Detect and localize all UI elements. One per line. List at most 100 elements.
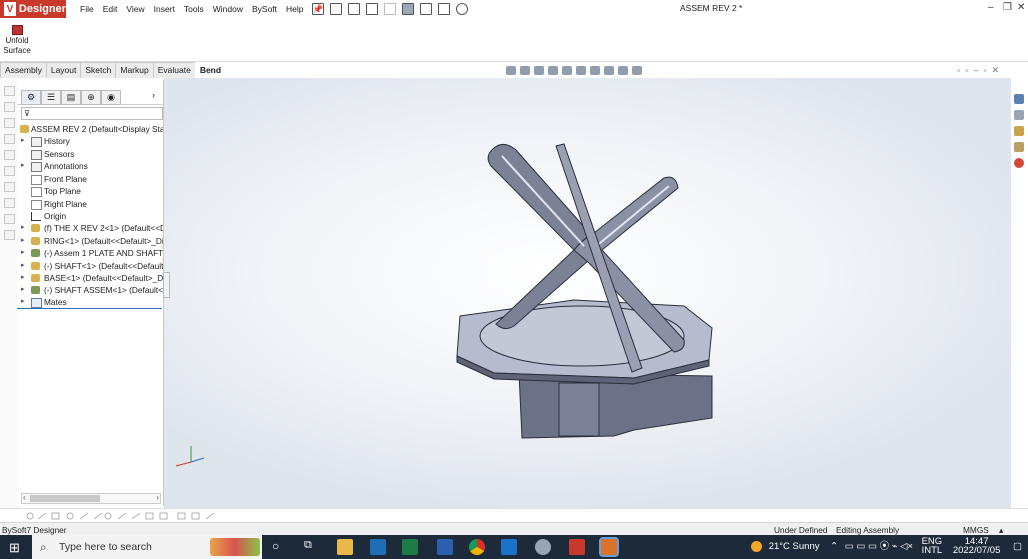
print-icon[interactable]	[366, 3, 378, 15]
configuration-tab-icon[interactable]: ▤	[61, 90, 81, 105]
scroll-right-icon[interactable]: ›	[156, 493, 159, 502]
design-library-icon[interactable]	[1014, 126, 1024, 136]
menu-edit[interactable]: Edit	[103, 4, 118, 14]
rebuild-icon[interactable]	[420, 3, 432, 15]
tray-chevron-icon[interactable]: ⌃	[830, 541, 838, 552]
minimize-icon[interactable]: –	[988, 2, 994, 13]
feature-tree-tab-icon[interactable]: ⚙	[21, 90, 41, 105]
bysoft-taskbar-icon[interactable]	[569, 539, 585, 555]
file-explorer-icon[interactable]	[1014, 142, 1024, 152]
strip-tool-icon[interactable]	[4, 150, 15, 160]
resources-icon[interactable]	[1014, 110, 1024, 120]
scroll-left-icon[interactable]: ‹	[23, 493, 26, 502]
tree-item-annotations[interactable]: ▸ Annotations	[17, 160, 163, 172]
sketch-tools-icons[interactable]	[0, 509, 230, 523]
hide-show-items-icon[interactable]	[590, 65, 600, 75]
menu-insert[interactable]: Insert	[154, 4, 175, 14]
strip-tool-icon[interactable]	[4, 230, 15, 240]
app-taskbar-icon[interactable]	[535, 539, 551, 555]
tab-layout[interactable]: Layout	[45, 62, 82, 78]
expand-arrow-icon[interactable]: ▸	[21, 296, 29, 308]
expand-arrow-icon[interactable]: ▸	[21, 235, 29, 247]
expand-arrow-icon[interactable]: ▸	[21, 222, 29, 234]
tree-item-right-plane[interactable]: Right Plane	[17, 198, 163, 210]
cortana-icon[interactable]: ○	[272, 539, 279, 553]
excel-taskbar-icon[interactable]	[402, 539, 418, 555]
tree-item-mates[interactable]: ▸ Mates	[17, 296, 163, 308]
strip-tool-icon[interactable]	[4, 214, 15, 224]
tree-item-sensors[interactable]: Sensors	[17, 148, 163, 160]
menu-bysoft[interactable]: BySoft	[252, 4, 277, 14]
section-view-icon[interactable]	[548, 65, 558, 75]
designer-taskbar-icon[interactable]	[599, 537, 619, 557]
tab-sketch[interactable]: Sketch	[80, 62, 117, 78]
strip-tool-icon[interactable]	[4, 182, 15, 192]
tab-markup[interactable]: Markup	[115, 62, 154, 78]
windows-start-icon[interactable]: ⊞	[9, 540, 20, 556]
expand-arrow-icon[interactable]: ▸	[21, 160, 29, 172]
viewport-window-controls[interactable]: ▫▫–▫✕	[957, 65, 1004, 76]
weather-text[interactable]: 21°C Sunny	[769, 541, 820, 552]
expand-arrow-icon[interactable]: ▸	[21, 284, 29, 296]
tree-item-ring[interactable]: ▸ RING<1> (Default<<Default>_Di	[17, 235, 163, 247]
file-explorer-taskbar-icon[interactable]	[337, 539, 353, 555]
notifications-icon[interactable]: ▢	[1013, 541, 1022, 552]
new-document-icon[interactable]	[312, 3, 324, 15]
unfold-surface-button[interactable]: Unfold Surface	[3, 25, 31, 56]
previous-view-icon[interactable]	[534, 65, 544, 75]
view-orientation-icon[interactable]	[562, 65, 572, 75]
save-icon[interactable]	[348, 3, 360, 15]
tree-item-top-plane[interactable]: Top Plane	[17, 185, 163, 197]
view-settings-icon[interactable]	[632, 65, 642, 75]
tree-item-shaft[interactable]: ▸ (-) SHAFT<1> (Default<<Default	[17, 260, 163, 272]
panel-collapse-handle[interactable]	[163, 272, 170, 298]
menu-tools[interactable]: Tools	[184, 4, 204, 14]
menu-view[interactable]: View	[126, 4, 144, 14]
expand-arrow-icon[interactable]: ▸	[21, 272, 29, 284]
tree-root-assembly[interactable]: ASSEM REV 2 (Default<Display State	[17, 123, 163, 135]
tree-item-the-x[interactable]: ▸ (f) THE X REV 2<1> (Default<<De	[17, 222, 163, 234]
select-icon[interactable]	[402, 3, 414, 15]
outlook-taskbar-icon[interactable]	[370, 539, 386, 555]
display-manager-tab-icon[interactable]: ◉	[101, 90, 121, 105]
strip-tool-icon[interactable]	[4, 118, 15, 128]
taskbar-search[interactable]: ⌕ Type here to search	[32, 535, 262, 559]
options-gear-icon[interactable]	[456, 3, 468, 15]
tree-tabs-more-icon[interactable]: ›	[152, 90, 155, 100]
close-icon[interactable]: ✕	[1017, 2, 1025, 13]
tab-assembly[interactable]: Assembly	[0, 62, 47, 78]
file-properties-icon[interactable]	[438, 3, 450, 15]
tray-icons[interactable]: ▭ ▭ ▭ ⦿ ⌁ ◁×	[845, 541, 913, 552]
dimxpert-tab-icon[interactable]: ⊕	[81, 90, 101, 105]
tree-filter-input[interactable]: ⊽	[21, 107, 163, 120]
teams-taskbar-icon[interactable]	[501, 539, 517, 555]
graphics-viewport[interactable]	[164, 78, 1011, 508]
home-icon[interactable]	[1014, 94, 1024, 104]
word-taskbar-icon[interactable]	[437, 539, 453, 555]
task-view-icon[interactable]: ⧉	[304, 539, 312, 552]
strip-tool-icon[interactable]	[4, 86, 15, 96]
open-folder-icon[interactable]	[330, 3, 342, 15]
clock[interactable]: 14:47 2022/07/05	[953, 537, 1001, 556]
menu-window[interactable]: Window	[213, 4, 243, 14]
tree-item-history[interactable]: ▸ History	[17, 135, 163, 147]
tree-item-plate-and-shaft[interactable]: ▸ (-) Assem 1 PLATE AND SHAFT<1	[17, 247, 163, 259]
app-logo[interactable]: V Designer	[0, 0, 66, 18]
tab-evaluate[interactable]: Evaluate	[152, 62, 196, 78]
menu-help[interactable]: Help	[286, 4, 303, 14]
zoom-area-icon[interactable]	[520, 65, 530, 75]
tree-item-origin[interactable]: Origin	[17, 210, 163, 222]
edit-appearance-icon[interactable]	[604, 65, 614, 75]
undo-icon[interactable]	[384, 3, 396, 15]
restore-icon[interactable]: ❐	[1003, 2, 1012, 13]
strip-tool-icon[interactable]	[4, 102, 15, 112]
chrome-taskbar-icon[interactable]	[469, 539, 485, 555]
expand-arrow-icon[interactable]: ▸	[21, 135, 29, 147]
tree-item-front-plane[interactable]: Front Plane	[17, 173, 163, 185]
apply-scene-icon[interactable]	[618, 65, 628, 75]
strip-tool-icon[interactable]	[4, 166, 15, 176]
appearances-icon[interactable]	[1014, 158, 1024, 168]
display-style-icon[interactable]	[576, 65, 586, 75]
zoom-to-fit-icon[interactable]	[506, 65, 516, 75]
language-indicator[interactable]: ENG INTL	[922, 537, 943, 556]
